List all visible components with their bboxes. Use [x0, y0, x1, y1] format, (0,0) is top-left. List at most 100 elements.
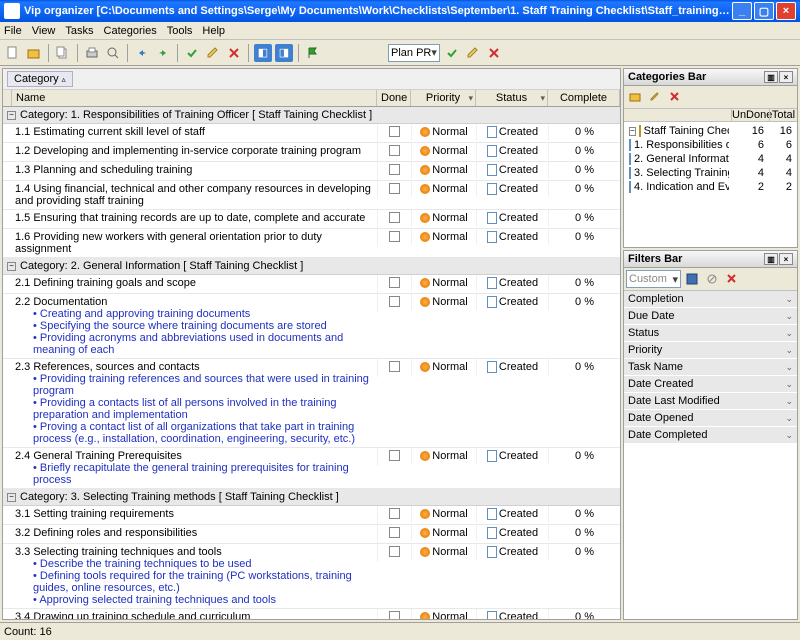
done-checkbox[interactable] — [389, 164, 400, 175]
filter-combo[interactable]: Custom▾ — [626, 270, 681, 288]
done-checkbox[interactable] — [389, 527, 400, 538]
cat-del-icon[interactable] — [666, 88, 684, 106]
preview-icon[interactable] — [104, 44, 122, 62]
chevron-down-icon[interactable]: ⌄ — [785, 379, 793, 390]
plan-check-icon[interactable] — [443, 44, 461, 62]
filter-row[interactable]: Priority⌄ — [624, 342, 797, 359]
chevron-down-icon[interactable]: ⌄ — [785, 294, 793, 305]
task-row[interactable]: 2.3 References, sources and contactsProv… — [3, 359, 620, 448]
chevron-down-icon[interactable]: ⌄ — [785, 328, 793, 339]
edit-icon[interactable] — [204, 44, 222, 62]
done-checkbox[interactable] — [389, 508, 400, 519]
close-button[interactable]: × — [776, 2, 796, 20]
tree-node[interactable]: 2. General Information44 — [626, 152, 795, 166]
cat-edit-icon[interactable] — [646, 88, 664, 106]
tree-node[interactable]: 3. Selecting Training methods44 — [626, 166, 795, 180]
col-complete[interactable]: Complete — [548, 90, 620, 106]
chevron-down-icon[interactable]: ⌄ — [785, 311, 793, 322]
collapse-icon[interactable]: − — [7, 111, 16, 120]
flag-icon[interactable] — [304, 44, 322, 62]
col-done[interactable]: Done — [377, 90, 411, 106]
menu-help[interactable]: Help — [202, 25, 225, 37]
tree-node[interactable]: 4. Indication and Evaluation22 — [626, 180, 795, 194]
done-checkbox[interactable] — [389, 277, 400, 288]
group-tag[interactable]: Category ▵ — [7, 71, 73, 87]
chevron-down-icon[interactable]: ⌄ — [785, 413, 793, 424]
menu-tools[interactable]: Tools — [167, 25, 193, 37]
task-row[interactable]: 1.5 Ensuring that training records are u… — [3, 210, 620, 229]
copy-icon[interactable] — [54, 44, 72, 62]
panel-splitmode-icon[interactable]: ▥ — [764, 71, 778, 83]
category-row[interactable]: −Category: 3. Selecting Training methods… — [3, 489, 620, 506]
cat-add-icon[interactable] — [626, 88, 644, 106]
menu-view[interactable]: View — [32, 25, 56, 37]
task-row[interactable]: 3.4 Drawing up training schedule and cur… — [3, 609, 620, 619]
category-row[interactable]: −Category: 2. General Information [ Staf… — [3, 258, 620, 275]
delete-icon[interactable] — [225, 44, 243, 62]
print-icon[interactable] — [83, 44, 101, 62]
filter-row[interactable]: Date Created⌄ — [624, 376, 797, 393]
filter-clear-icon[interactable] — [703, 270, 721, 288]
plan-edit-icon[interactable] — [464, 44, 482, 62]
tree-node[interactable]: 1. Responsibilities of Training O66 — [626, 138, 795, 152]
task-row[interactable]: 1.2 Developing and implementing in-servi… — [3, 143, 620, 162]
done-checkbox[interactable] — [389, 183, 400, 194]
task-row[interactable]: 2.1 Defining training goals and scopeNor… — [3, 275, 620, 294]
panel-close-icon[interactable]: × — [779, 253, 793, 265]
menu-tasks[interactable]: Tasks — [65, 25, 93, 37]
minimize-button[interactable]: _ — [732, 2, 752, 20]
plan-delete-icon[interactable] — [485, 44, 503, 62]
filter1-icon[interactable]: ◧ — [254, 44, 272, 62]
filter-row[interactable]: Date Last Modified⌄ — [624, 393, 797, 410]
panel-close-icon[interactable]: × — [779, 71, 793, 83]
collapse-icon[interactable]: − — [7, 493, 16, 502]
panel-splitmode-icon[interactable]: ▥ — [764, 253, 778, 265]
menu-categories[interactable]: Categories — [104, 25, 157, 37]
filter-row[interactable]: Due Date⌄ — [624, 308, 797, 325]
done-checkbox[interactable] — [389, 231, 400, 242]
task-row[interactable]: 2.4 General Training PrerequisitesBriefl… — [3, 448, 620, 489]
task-row[interactable]: 2.2 DocumentationCreating and approving … — [3, 294, 620, 359]
done-checkbox[interactable] — [389, 546, 400, 557]
col-name[interactable]: Name — [12, 90, 377, 106]
tree-node[interactable]: −Staff Taining Checklist1616 — [626, 124, 795, 138]
task-row[interactable]: 1.6 Providing new workers with general o… — [3, 229, 620, 258]
filter-row[interactable]: Date Completed⌄ — [624, 427, 797, 444]
filter-row[interactable]: Task Name⌄ — [624, 359, 797, 376]
task-row[interactable]: 3.2 Defining roles and responsibilitiesN… — [3, 525, 620, 544]
task-row[interactable]: 3.3 Selecting training techniques and to… — [3, 544, 620, 609]
maximize-button[interactable]: ▢ — [754, 2, 774, 20]
category-row[interactable]: −Category: 1. Responsibilities of Traini… — [3, 107, 620, 124]
done-checkbox[interactable] — [389, 450, 400, 461]
chevron-down-icon[interactable]: ⌄ — [785, 430, 793, 441]
redo-icon[interactable] — [154, 44, 172, 62]
done-checkbox[interactable] — [389, 126, 400, 137]
undo-icon[interactable] — [133, 44, 151, 62]
done-checkbox[interactable] — [389, 296, 400, 307]
new-icon[interactable] — [4, 44, 22, 62]
plan-combo[interactable]: Plan PR▾ — [388, 44, 440, 62]
done-checkbox[interactable] — [389, 611, 400, 619]
open-icon[interactable] — [25, 44, 43, 62]
done-checkbox[interactable] — [389, 212, 400, 223]
filter-row[interactable]: Status⌄ — [624, 325, 797, 342]
chevron-down-icon[interactable]: ⌄ — [785, 345, 793, 356]
col-priority[interactable]: Priority▾ — [411, 90, 476, 106]
task-row[interactable]: 1.3 Planning and scheduling trainingNorm… — [3, 162, 620, 181]
task-row[interactable]: 3.1 Setting training requirementsNormalC… — [3, 506, 620, 525]
col-status[interactable]: Status▾ — [476, 90, 548, 106]
task-row[interactable]: 1.1 Estimating current skill level of st… — [3, 124, 620, 143]
chevron-down-icon[interactable]: ⌄ — [785, 362, 793, 373]
filter-save-icon[interactable] — [683, 270, 701, 288]
filter-row[interactable]: Completion⌄ — [624, 291, 797, 308]
done-checkbox[interactable] — [389, 361, 400, 372]
tree-collapse-icon[interactable]: − — [629, 127, 636, 136]
check-icon[interactable] — [183, 44, 201, 62]
filter2-icon[interactable]: ◨ — [275, 44, 293, 62]
filter-del-icon[interactable] — [723, 270, 741, 288]
collapse-icon[interactable]: − — [7, 262, 16, 271]
menu-file[interactable]: File — [4, 25, 22, 37]
chevron-down-icon[interactable]: ⌄ — [785, 396, 793, 407]
task-row[interactable]: 1.4 Using financial, technical and other… — [3, 181, 620, 210]
filter-row[interactable]: Date Opened⌄ — [624, 410, 797, 427]
